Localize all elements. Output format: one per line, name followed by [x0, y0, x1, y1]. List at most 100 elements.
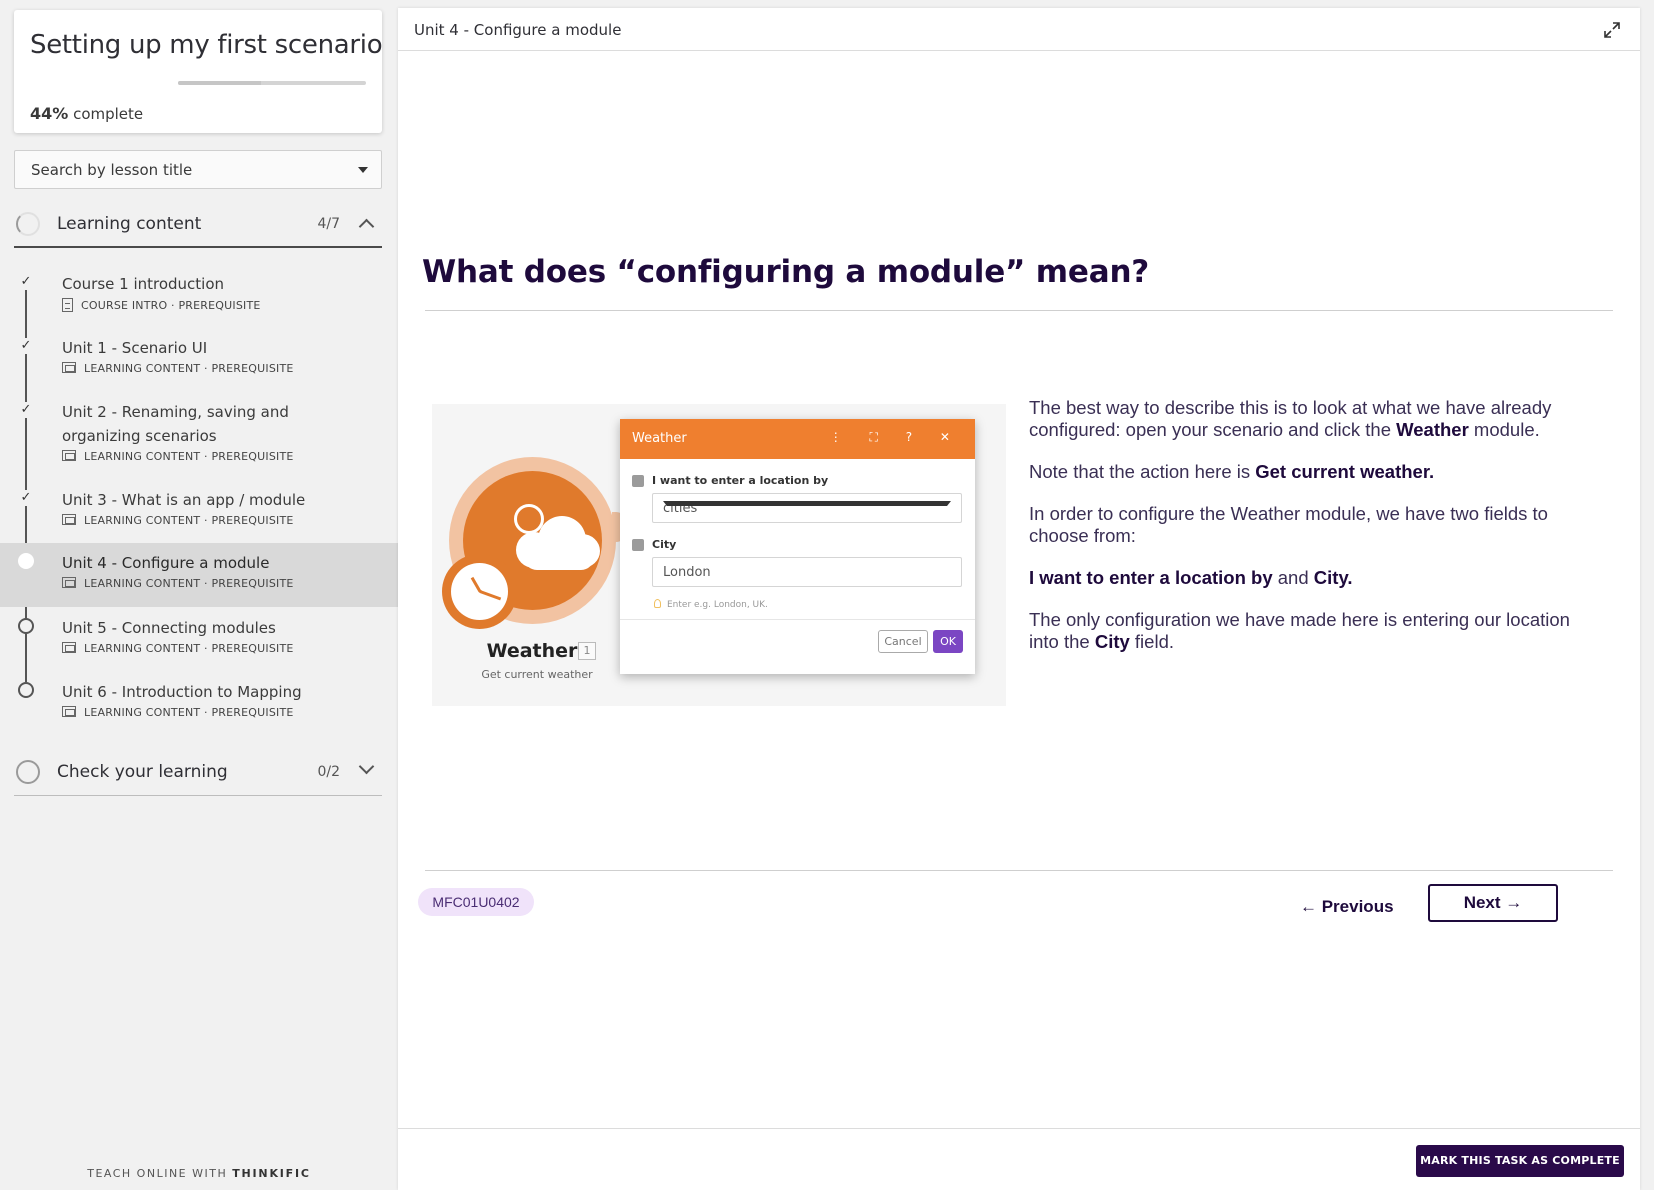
- module-subtitle: Get current weather: [481, 668, 593, 681]
- lesson-tag: PREREQUISITE: [211, 706, 294, 719]
- slides-icon: [62, 362, 76, 373]
- lesson-body: The best way to describe this is to look…: [1029, 397, 1589, 673]
- lesson-code-badge: MFC01U0402: [418, 888, 534, 916]
- paragraph: The best way to describe this is to look…: [1029, 397, 1589, 441]
- document-icon: [62, 298, 73, 312]
- slides-icon: [62, 706, 76, 717]
- chapter-progress-icon: [16, 212, 40, 236]
- checkbox-icon: [632, 475, 644, 487]
- lesson-meta: LEARNING CONTENT · PREREQUISITE: [62, 642, 294, 658]
- check-icon: ✓: [18, 402, 34, 418]
- slides-icon: [62, 514, 76, 525]
- lesson-item-unit-4-active[interactable]: Unit 4 - Configure a module LEARNING CON…: [0, 543, 398, 607]
- course-sidebar: Setting up my first scenario 44% complet…: [0, 0, 398, 1190]
- lesson-item-unit-6[interactable]: Unit 6 - Introduction to Mapping LEARNIN…: [0, 680, 398, 734]
- mark-complete-button[interactable]: MARK THIS TASK AS COMPLETE →: [1416, 1145, 1624, 1190]
- field-hint-text: Enter e.g. London, UK.: [667, 600, 768, 610]
- lesson-header-title: Unit 4 - Configure a module: [414, 21, 622, 39]
- text-bold: City: [1094, 631, 1130, 652]
- city-input: London: [652, 557, 962, 587]
- lesson-meta: LEARNING CONTENT · PREREQUISITE: [62, 362, 294, 378]
- check-icon: ✓: [18, 338, 34, 354]
- progress-bar: [178, 81, 366, 85]
- lesson-title: Unit 1 - Scenario UI: [62, 339, 208, 357]
- chapter-learning-content[interactable]: Learning content 4/7: [14, 200, 382, 248]
- chevron-down-icon[interactable]: [358, 758, 375, 775]
- checkbox-icon: [632, 539, 644, 551]
- lightbulb-icon: [654, 599, 661, 608]
- lesson-meta: LEARNING CONTENT · PREREQUISITE: [62, 514, 294, 530]
- text-bold: City.: [1313, 567, 1353, 588]
- caret-down-icon: [663, 501, 951, 506]
- chapter-check-your-learning[interactable]: Check your learning 0/2: [14, 748, 382, 796]
- weather-module-screenshot: Weather 1 Get current weather Weather ⋮ …: [432, 404, 1006, 706]
- dialog-cancel-button: Cancel: [878, 630, 928, 653]
- text-bold: I want to enter a location by: [1029, 567, 1273, 588]
- field-label: City: [652, 538, 677, 551]
- field-label: I want to enter a location by: [652, 474, 829, 487]
- expand-icon[interactable]: [1602, 20, 1622, 40]
- text-bold: Get current weather.: [1255, 461, 1435, 482]
- module-name: Weather: [486, 640, 578, 662]
- thinkific-footer-link[interactable]: TEACH ONLINE WITH THINKIFIC: [0, 1167, 398, 1180]
- chevron-up-icon[interactable]: [358, 218, 375, 235]
- lesson-item-unit-1[interactable]: ✓ Unit 1 - Scenario UI LEARNING CONTENT …: [0, 336, 398, 390]
- module-badge: 1: [578, 642, 596, 660]
- lesson-panel: Unit 4 - Configure a module What does “c…: [398, 8, 1640, 1190]
- lesson-item-unit-2[interactable]: ✓ Unit 2 - Renaming, saving and organizi…: [0, 400, 398, 478]
- progress-text: 44% complete: [30, 104, 143, 123]
- field-hint: Enter e.g. London, UK.: [654, 599, 768, 610]
- text-run: field.: [1129, 631, 1174, 652]
- location-select: cities: [652, 493, 962, 523]
- course-title: Setting up my first scenario: [30, 30, 383, 60]
- lesson-item-course-intro[interactable]: ✓ Course 1 introduction COURSE INTRO · P…: [0, 272, 398, 326]
- text-run: module.: [1468, 419, 1540, 440]
- previous-button[interactable]: ← Previous: [1300, 890, 1394, 924]
- lesson-type: LEARNING CONTENT: [84, 450, 201, 463]
- paragraph: The only configuration we have made here…: [1029, 609, 1589, 653]
- footer-divider: [398, 1128, 1640, 1129]
- progress-suffix: complete: [73, 105, 144, 123]
- progress-bar-fill: [178, 81, 261, 85]
- lesson-tag: PREREQUISITE: [211, 514, 294, 527]
- lesson-meta: COURSE INTRO · PREREQUISITE: [62, 298, 261, 314]
- paragraph: I want to enter a location by and City.: [1029, 567, 1589, 589]
- dialog-header: Weather ⋮ ⛶ ? ✕: [620, 419, 975, 459]
- course-progress-card: Setting up my first scenario 44% complet…: [14, 10, 383, 133]
- lesson-item-unit-3[interactable]: ✓ Unit 3 - What is an app / module LEARN…: [0, 488, 398, 542]
- slides-icon: [62, 642, 76, 653]
- chapter-title: Check your learning: [57, 762, 228, 782]
- lesson-search-label: Search by lesson title: [31, 161, 193, 179]
- lesson-title: Unit 5 - Connecting modules: [62, 619, 276, 637]
- lesson-tag: PREREQUISITE: [211, 362, 294, 375]
- text-bold: Weather: [1396, 419, 1469, 440]
- lesson-title: Unit 4 - Configure a module: [62, 554, 270, 572]
- lesson-type: LEARNING CONTENT: [84, 706, 201, 719]
- lesson-title: Unit 6 - Introduction to Mapping: [62, 683, 302, 701]
- progress-percent: 44%: [30, 104, 69, 123]
- check-icon: ✓: [18, 490, 34, 506]
- lesson-search-select[interactable]: Search by lesson title: [14, 150, 382, 189]
- lesson-meta: LEARNING CONTENT · PREREQUISITE: [62, 450, 294, 466]
- lesson-tag: PREREQUISITE: [211, 450, 294, 463]
- chapter-count: 4/7: [317, 216, 340, 232]
- next-button[interactable]: Next →: [1428, 884, 1558, 922]
- chapter-progress-icon: [16, 760, 40, 784]
- lesson-tag: PREREQUISITE: [211, 577, 294, 590]
- lesson-tag: PREREQUISITE: [178, 299, 261, 312]
- lesson-type: LEARNING CONTENT: [84, 514, 201, 527]
- lesson-item-unit-5[interactable]: Unit 5 - Connecting modules LEARNING CON…: [0, 616, 398, 670]
- dialog-ok-button: OK: [933, 630, 963, 653]
- city-input-value: London: [663, 565, 711, 580]
- lesson-type: LEARNING CONTENT: [84, 362, 201, 375]
- module-settings-dialog: Weather ⋮ ⛶ ? ✕ I want to enter a locati…: [620, 419, 975, 674]
- chapter-title: Learning content: [57, 214, 202, 234]
- lesson-tag: PREREQUISITE: [211, 642, 294, 655]
- heading-divider: [425, 310, 1613, 311]
- text-run: and: [1272, 567, 1314, 588]
- paragraph: In order to configure the Weather module…: [1029, 503, 1548, 546]
- cloud-icon: [524, 544, 594, 570]
- incomplete-circle-icon: [18, 618, 34, 634]
- chapter-count: 0/2: [317, 764, 340, 780]
- footer-brand: THINKIFIC: [232, 1167, 311, 1180]
